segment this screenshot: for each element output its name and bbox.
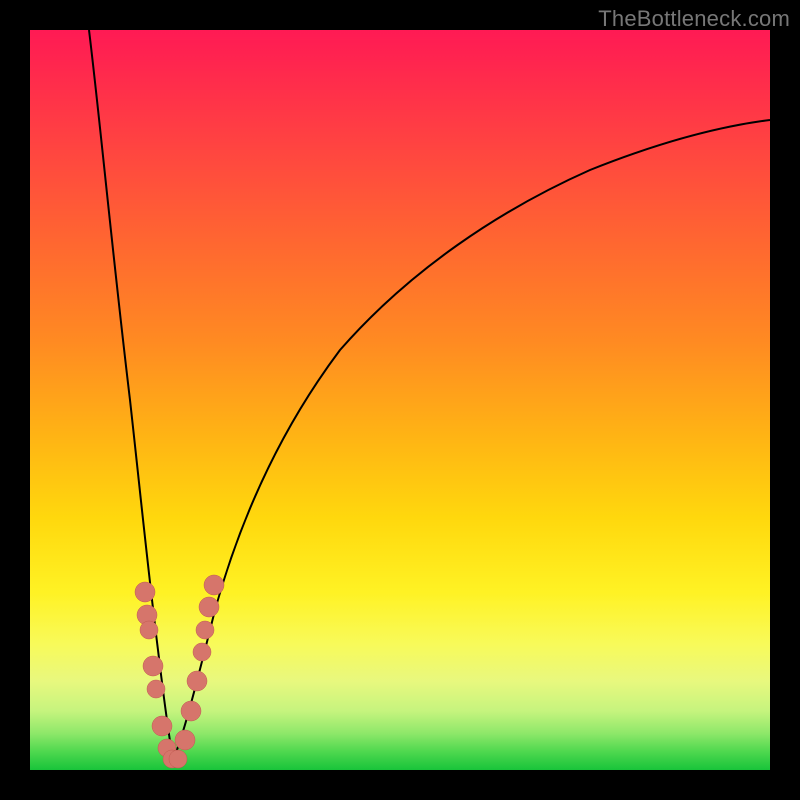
data-dot [143, 656, 163, 676]
data-dot [196, 621, 214, 639]
data-dot [193, 643, 211, 661]
data-dot [147, 680, 165, 698]
data-dot [175, 730, 195, 750]
data-dot [199, 597, 219, 617]
curve-left-branch [89, 30, 173, 760]
data-dot [135, 582, 155, 602]
data-dot [187, 671, 207, 691]
curve-layer [30, 30, 770, 770]
data-dot [169, 750, 187, 768]
chart-frame: TheBottleneck.com [0, 0, 800, 800]
data-dot [181, 701, 201, 721]
watermark-text: TheBottleneck.com [598, 6, 790, 32]
data-dot [204, 575, 224, 595]
data-dot [152, 716, 172, 736]
plot-area [30, 30, 770, 770]
curve-right-branch [173, 120, 770, 760]
data-dot [140, 621, 158, 639]
scatter-dots [135, 575, 224, 768]
